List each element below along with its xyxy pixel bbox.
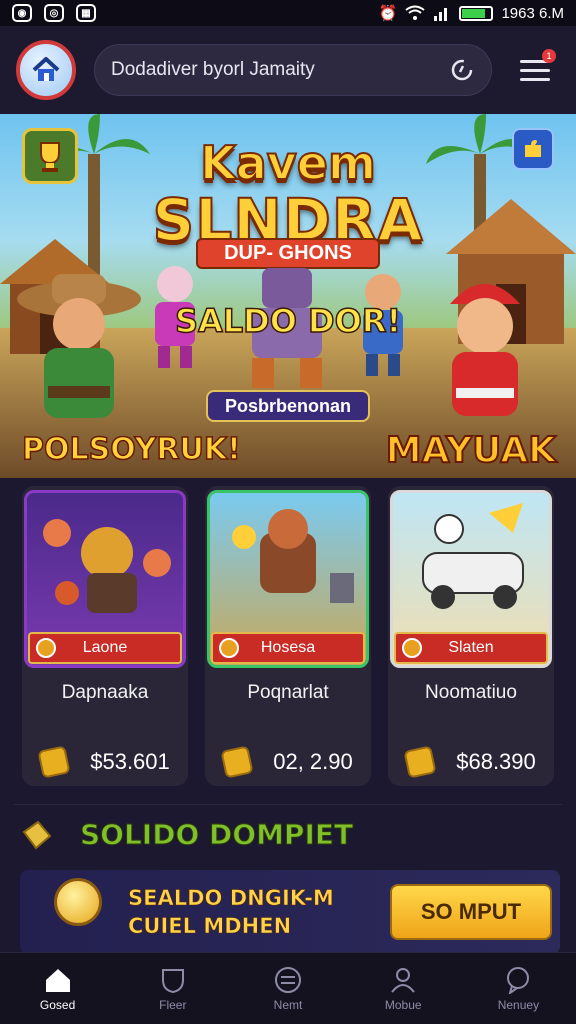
car-scene-image	[422, 503, 524, 609]
tag-icon	[36, 638, 56, 658]
hero-banner[interactable]: Kavem SLNDRA DUP- GHONS SALDO DOR! Posbr…	[0, 114, 576, 478]
nav-menu[interactable]: Nenuey	[461, 953, 576, 1024]
list-icon	[275, 966, 301, 993]
card-tag[interactable]: Laone	[28, 632, 182, 664]
card-title: Poqnarlat	[247, 682, 329, 703]
battery-icon	[459, 5, 494, 21]
card-price: $53.601	[22, 745, 188, 779]
card-tag[interactable]: Hosesa	[211, 632, 365, 664]
nav-news[interactable]: Nemt	[230, 953, 345, 1024]
nav-profile[interactable]: Mobue	[346, 953, 461, 1024]
card-price: 02, 2.90	[205, 745, 371, 779]
cowboy-character	[17, 274, 141, 418]
home-icon	[45, 968, 70, 992]
nav-label: Nemt	[273, 997, 303, 1012]
wifi-icon	[405, 5, 426, 20]
game-card-3[interactable]: Slaten Noomatiuo $68.390	[388, 486, 554, 786]
wallet-cta-button[interactable]: SO MPUT	[390, 884, 552, 940]
card-tag-label: Laone	[82, 639, 128, 656]
status-bar: ◉ ◎ ▦ ⏰ 1963 6.M	[0, 0, 576, 26]
nav-label: Nenuey	[497, 997, 540, 1012]
wallet-line1: SEALDO DNGIK-M	[128, 886, 334, 911]
card-price-value: $68.390	[456, 749, 536, 774]
search-bar[interactable]	[94, 44, 492, 96]
battle-scene-image	[43, 519, 171, 613]
card-tag[interactable]: Slaten	[394, 632, 548, 664]
saldo-banner-text: SALDO DOR!	[174, 301, 402, 341]
nav-home[interactable]: Gosed	[0, 953, 115, 1024]
wallet-title: SOLIDO DOMPIET	[79, 818, 354, 852]
coin-icon	[54, 878, 102, 926]
messenger-icon: ◎	[44, 4, 64, 22]
tag-icon	[402, 638, 422, 658]
chat-icon	[507, 966, 530, 994]
card-tag-label: Hosesa	[260, 639, 316, 656]
card-price-value: $53.601	[90, 749, 170, 774]
card-title: Noomatiuo	[425, 682, 517, 703]
nav-label: Gosed	[39, 997, 76, 1012]
notification-badge: 1	[542, 49, 556, 63]
app-notification-icon: ◉	[12, 4, 32, 22]
banner-title-line1: Kavem	[199, 135, 377, 191]
coin-icon	[37, 745, 71, 779]
menu-button[interactable]: 1	[510, 45, 560, 95]
wallet-section-header: SOLIDO DOMPIET	[14, 804, 562, 864]
coin-icon	[403, 745, 437, 779]
user-icon	[391, 967, 415, 993]
banner-left-label: POLSOYRUK!	[21, 431, 241, 468]
house-icon	[32, 57, 60, 81]
alarm-icon: ⏰	[378, 5, 398, 22]
gold-ticket-icon	[22, 820, 52, 849]
tag-icon	[219, 638, 239, 658]
bottom-navigation: Gosed Fleer Nemt Mobue Nenuey	[0, 952, 576, 1024]
game-card-2[interactable]: Hosesa Poqnarlat 02, 2.90	[205, 486, 371, 786]
card-price-value: 02, 2.90	[273, 749, 353, 774]
wallet-banner[interactable]: SEALDO DNGIK-M CUIEL MDHEN SO MPUT	[20, 870, 560, 954]
search-input[interactable]	[111, 59, 439, 81]
home-button[interactable]	[16, 40, 76, 100]
card-price: $68.390	[388, 745, 554, 779]
wallet-text: SEALDO DNGIK-M CUIEL MDHEN	[128, 884, 334, 940]
banner-right-label: MAYUAK	[385, 429, 557, 472]
card-tag-label: Slaten	[448, 639, 494, 656]
card-title: Dapnaaka	[61, 682, 149, 703]
game-cards: Laone Dapnaaka $53.601 Hosesa Poqnarlat …	[0, 478, 576, 798]
nav-label: Mobue	[384, 997, 422, 1012]
red-hero-character	[450, 284, 520, 416]
app-header: 1	[0, 26, 576, 114]
status-time: 1963 6.M	[501, 4, 564, 22]
status-left-icons: ◉ ◎ ▦	[12, 4, 96, 22]
refresh-icon[interactable]	[449, 57, 475, 83]
miner-scene-image	[232, 509, 354, 603]
coin-icon	[220, 745, 254, 779]
game-card-1[interactable]: Laone Dapnaaka $53.601	[22, 486, 188, 786]
nav-label: Fleer	[159, 997, 187, 1012]
status-right-icons: ⏰ 1963 6.M	[378, 4, 564, 23]
signal-icon	[434, 8, 448, 21]
nav-feed[interactable]: Fleer	[115, 953, 230, 1024]
promo-button[interactable]: Posbrbenonan	[206, 390, 370, 422]
gallery-icon: ▦	[76, 4, 96, 22]
shield-icon	[161, 968, 184, 993]
wallet-line2: CUIEL MDHEN	[128, 914, 292, 939]
